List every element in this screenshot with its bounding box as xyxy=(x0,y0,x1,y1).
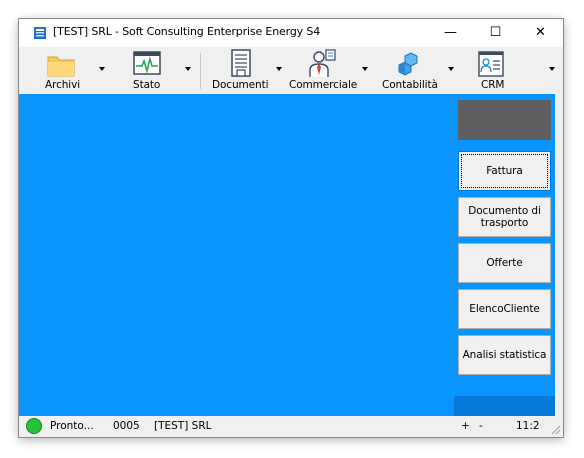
document-icon xyxy=(231,49,251,77)
chevron-down-icon[interactable] xyxy=(185,67,191,71)
contact-card-icon xyxy=(478,51,504,77)
toolbar: Archivi Stato Documenti Commerciale Cont… xyxy=(19,47,563,93)
elenco-cliente-button-label: ElencoCliente xyxy=(469,303,540,315)
side-panel: Fattura Documento di trasporto Offerte E… xyxy=(454,94,555,416)
chevron-down-icon[interactable] xyxy=(549,67,555,71)
maximize-button[interactable]: ☐ xyxy=(473,19,518,47)
pulse-monitor-icon xyxy=(133,51,161,75)
minimize-button[interactable]: — xyxy=(428,19,473,47)
toolbar-label-archivi: Archivi xyxy=(45,79,81,91)
main-workspace[interactable] xyxy=(19,94,454,416)
chevron-down-icon[interactable] xyxy=(448,67,454,71)
status-time: 11:2 xyxy=(516,420,540,432)
zoom-out-button[interactable]: - xyxy=(479,420,483,432)
toolbar-label-commerciale: Commerciale xyxy=(289,79,358,91)
cubes-icon xyxy=(398,52,418,76)
fattura-button[interactable]: Fattura xyxy=(458,151,551,191)
fattura-button-label: Fattura xyxy=(486,165,523,177)
close-button[interactable]: ✕ xyxy=(518,19,563,47)
app-window: [TEST] SRL - Soft Consulting Enterprise … xyxy=(19,19,563,437)
status-indicator-icon xyxy=(26,418,42,434)
offerte-button-label: Offerte xyxy=(486,257,523,269)
offerte-button[interactable]: Offerte xyxy=(458,243,551,283)
analisi-statistica-button-label: Analisi statistica xyxy=(462,349,547,361)
toolbar-label-contabilita: Contabilità xyxy=(382,79,438,91)
toolbar-commerciale[interactable]: Commerciale xyxy=(289,47,373,93)
resize-grip-icon[interactable] xyxy=(549,423,561,435)
app-icon xyxy=(34,27,46,39)
window-right-border xyxy=(555,94,563,416)
toolbar-archivi[interactable]: Archivi xyxy=(19,47,119,93)
documento-di-trasporto-button[interactable]: Documento di trasporto xyxy=(458,197,551,237)
logo-placeholder xyxy=(458,100,551,140)
status-bar: Pronto... 0005 [TEST] SRL + - 11:2 xyxy=(19,416,563,437)
analisi-statistica-button[interactable]: Analisi statistica xyxy=(458,335,551,375)
toolbar-label-stato: Stato xyxy=(133,79,161,91)
toolbar-separator xyxy=(200,53,201,89)
chevron-down-icon[interactable] xyxy=(276,67,282,71)
toolbar-contabilita[interactable]: Contabilità xyxy=(373,47,457,93)
toolbar-stato[interactable]: Stato xyxy=(119,47,199,93)
folder-icon xyxy=(47,56,75,77)
elenco-cliente-button[interactable]: ElencoCliente xyxy=(458,289,551,329)
window-title: [TEST] SRL - Soft Consulting Enterprise … xyxy=(53,25,321,38)
chevron-down-icon[interactable] xyxy=(362,67,368,71)
toolbar-documenti[interactable]: Documenti xyxy=(205,47,289,93)
salesperson-icon xyxy=(309,49,336,77)
toolbar-label-documenti: Documenti xyxy=(212,79,269,91)
status-company: [TEST] SRL xyxy=(154,420,212,432)
zoom-in-button[interactable]: + xyxy=(461,420,470,432)
toolbar-crm[interactable]: CRM xyxy=(457,47,563,93)
chevron-down-icon[interactable] xyxy=(99,67,105,71)
status-text: Pronto... xyxy=(50,420,94,432)
side-panel-footer xyxy=(454,396,555,416)
toolbar-label-crm: CRM xyxy=(481,79,505,91)
title-bar[interactable]: [TEST] SRL - Soft Consulting Enterprise … xyxy=(19,19,563,47)
status-code: 0005 xyxy=(113,420,140,432)
documento-di-trasporto-button-label: Documento di trasporto xyxy=(468,205,541,229)
